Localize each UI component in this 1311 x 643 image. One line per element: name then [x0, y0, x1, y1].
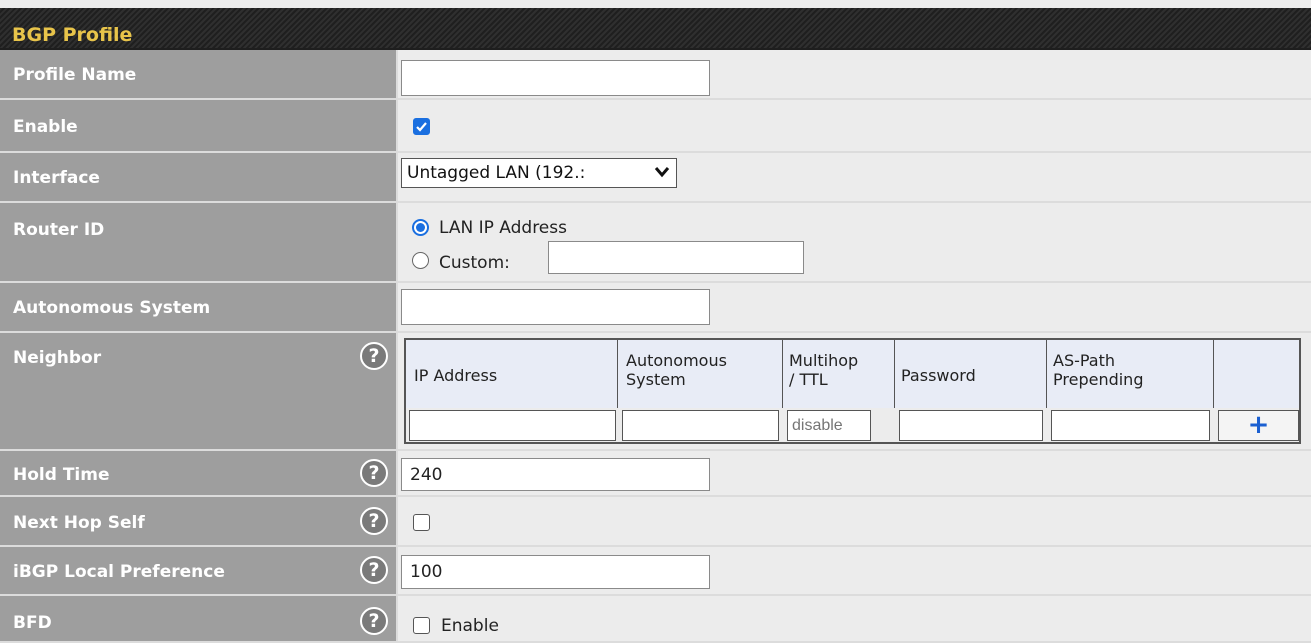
row-interface: Interface Untagged LAN (192.: — [0, 153, 1311, 203]
bgp-profile-panel: BGP Profile Profile Name Enable Interfac… — [0, 0, 1311, 643]
col-autonomous-system: Autonomous System — [626, 351, 727, 389]
ibgp-local-preference-input[interactable] — [401, 555, 710, 589]
col-multihop: Multihop / TTL — [789, 351, 859, 389]
value-cell — [398, 203, 1311, 283]
row-ibgp-local-preference: iBGP Local Preference ? — [0, 547, 1311, 596]
neighbor-password-input[interactable] — [899, 410, 1043, 441]
row-profile-name: Profile Name — [0, 50, 1311, 100]
help-icon[interactable]: ? — [360, 607, 388, 635]
interface-label: Interface — [13, 168, 100, 188]
label-cell: Router ID — [0, 203, 398, 283]
label-cell: Hold Time ? — [0, 451, 398, 497]
neighbor-label: Neighbor — [13, 348, 102, 368]
row-bfd: BFD ? Enable — [0, 596, 1311, 643]
enable-checkbox[interactable] — [413, 118, 430, 135]
profile-name-label: Profile Name — [13, 65, 137, 85]
router-id-lan-radio[interactable] — [412, 219, 429, 236]
col-header-password: Password — [895, 340, 1047, 408]
neighbor-as-path-input[interactable] — [1051, 410, 1210, 441]
add-neighbor-button[interactable]: + — [1218, 410, 1299, 441]
row-enable: Enable — [0, 100, 1311, 153]
help-glyph: ? — [368, 345, 380, 367]
interface-select[interactable]: Untagged LAN (192.: — [401, 158, 677, 188]
label-cell: Interface — [0, 153, 398, 203]
router-id-lan-label: LAN IP Address — [439, 218, 567, 238]
neighbor-table: IP Address Autonomous System Multihop / … — [404, 338, 1301, 444]
panel-title-bar: BGP Profile — [0, 8, 1311, 50]
help-icon[interactable]: ? — [360, 342, 388, 370]
value-cell — [398, 100, 1311, 153]
row-router-id: Router ID LAN IP Address Custom: — [0, 203, 1311, 283]
label-cell: iBGP Local Preference ? — [0, 547, 398, 596]
col-header-ip-address: IP Address — [406, 340, 618, 408]
help-glyph: ? — [368, 610, 380, 632]
enable-label: Enable — [13, 117, 78, 137]
bfd-enable-label: Enable — [441, 616, 499, 636]
router-id-custom-label: Custom: — [439, 253, 510, 273]
hold-time-input[interactable] — [401, 458, 710, 491]
bfd-enable-checkbox[interactable] — [413, 617, 430, 634]
value-cell — [398, 596, 1311, 643]
panel-title: BGP Profile — [12, 24, 133, 46]
checkmark-icon — [416, 122, 427, 132]
help-icon[interactable]: ? — [360, 507, 388, 535]
next-hop-self-checkbox[interactable] — [413, 514, 430, 531]
neighbor-ip-input[interactable] — [409, 410, 616, 441]
autonomous-system-label: Autonomous System — [13, 298, 211, 318]
col-password: Password — [901, 366, 976, 385]
row-next-hop-self: Next Hop Self ? — [0, 497, 1311, 547]
interface-selected-value: Untagged LAN (192.: — [407, 163, 586, 183]
col-header-actions — [1214, 340, 1299, 408]
autonomous-system-input[interactable] — [401, 289, 710, 325]
router-id-custom-input[interactable] — [548, 241, 804, 274]
neighbor-multihop-input[interactable] — [787, 410, 871, 441]
hold-time-label: Hold Time — [13, 465, 110, 485]
row-hold-time: Hold Time ? — [0, 451, 1311, 497]
ibgp-local-preference-label: iBGP Local Preference — [13, 562, 225, 582]
col-header-multihop: Multihop / TTL — [783, 340, 895, 408]
bfd-label: BFD — [13, 613, 52, 633]
col-ip-address: IP Address — [414, 366, 498, 385]
profile-name-input[interactable] — [401, 60, 710, 96]
label-cell: BFD ? — [0, 596, 398, 643]
chevron-down-icon — [654, 167, 670, 178]
router-id-custom-radio[interactable] — [412, 252, 429, 269]
help-glyph: ? — [368, 462, 380, 484]
col-as-path-prepending: AS-Path Prepending — [1053, 351, 1144, 389]
help-glyph: ? — [368, 559, 380, 581]
label-cell: Neighbor ? — [0, 333, 398, 451]
value-cell — [398, 497, 1311, 547]
col-header-autonomous-system: Autonomous System — [618, 340, 783, 408]
label-cell: Next Hop Self ? — [0, 497, 398, 547]
next-hop-self-label: Next Hop Self — [13, 513, 145, 533]
help-glyph: ? — [368, 510, 380, 532]
help-icon[interactable]: ? — [360, 556, 388, 584]
label-cell: Profile Name — [0, 50, 398, 100]
router-id-label: Router ID — [13, 220, 105, 240]
help-icon[interactable]: ? — [360, 459, 388, 487]
row-autonomous-system: Autonomous System — [0, 283, 1311, 333]
label-cell: Enable — [0, 100, 398, 153]
col-header-as-path: AS-Path Prepending — [1047, 340, 1214, 408]
neighbor-as-input[interactable] — [622, 410, 779, 441]
label-cell: Autonomous System — [0, 283, 398, 333]
